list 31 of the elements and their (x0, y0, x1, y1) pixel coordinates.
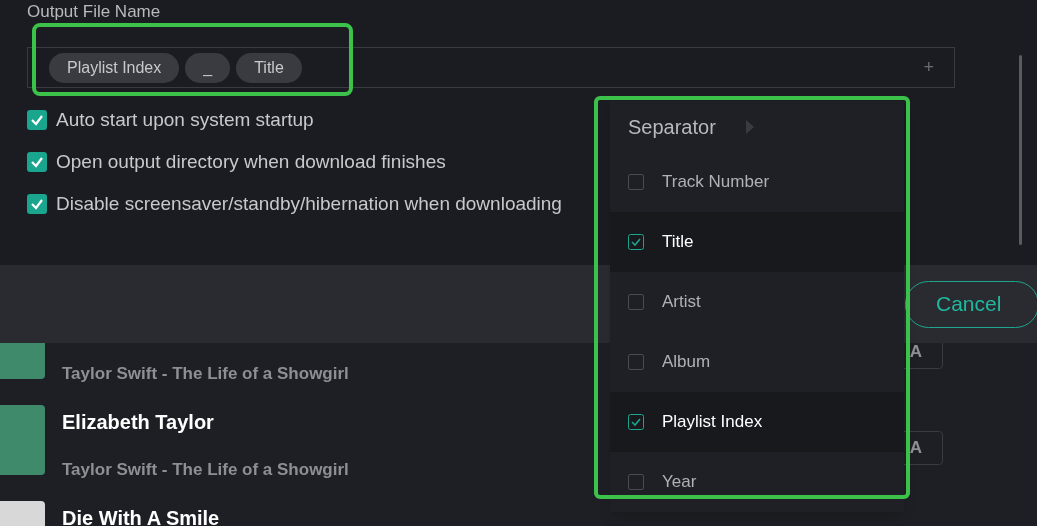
menu-item[interactable]: Title (610, 212, 904, 272)
field-label: Output File Name (27, 3, 161, 21)
caret-icon (745, 119, 754, 134)
checkbox[interactable] (27, 152, 47, 172)
checkbox[interactable] (27, 110, 47, 130)
track-subtitle: Taylor Swift - The Life of a Showgirl (62, 459, 349, 481)
checkbox[interactable] (27, 194, 47, 214)
token-chip[interactable]: Playlist Index (49, 52, 180, 83)
album-art (0, 405, 45, 475)
token-chip[interactable]: Title (236, 52, 302, 83)
checkbox[interactable] (628, 474, 644, 490)
checkbox[interactable] (628, 294, 644, 310)
checkbox[interactable] (628, 234, 644, 250)
menu-header[interactable]: Separator (610, 101, 904, 152)
checkbox[interactable] (628, 354, 644, 370)
checkbox[interactable] (628, 414, 644, 430)
scrollbar[interactable] (1019, 55, 1022, 245)
menu-item[interactable]: Track Number (610, 152, 904, 212)
menu-item[interactable]: Album (610, 332, 904, 392)
menu-item[interactable]: Year (610, 452, 904, 512)
file-name-field[interactable]: Playlist Index _ Title + (27, 47, 955, 88)
track-title: Elizabeth Taylor (62, 410, 214, 435)
option-label: Disable screensaver/standby/hibernation when downloading (56, 191, 562, 216)
option-label: Open output directory when download finishes (56, 149, 446, 174)
track-title: Die With A Smile (62, 506, 220, 526)
menu-item[interactable]: Artist (610, 272, 904, 332)
token-chip[interactable]: _ (185, 52, 231, 83)
option-label: Auto start upon system startup (56, 107, 314, 132)
track-subtitle: Taylor Swift - The Life of a Showgirl (62, 363, 349, 385)
checkbox[interactable] (628, 174, 644, 190)
menu-item[interactable]: Playlist Index (610, 392, 904, 452)
